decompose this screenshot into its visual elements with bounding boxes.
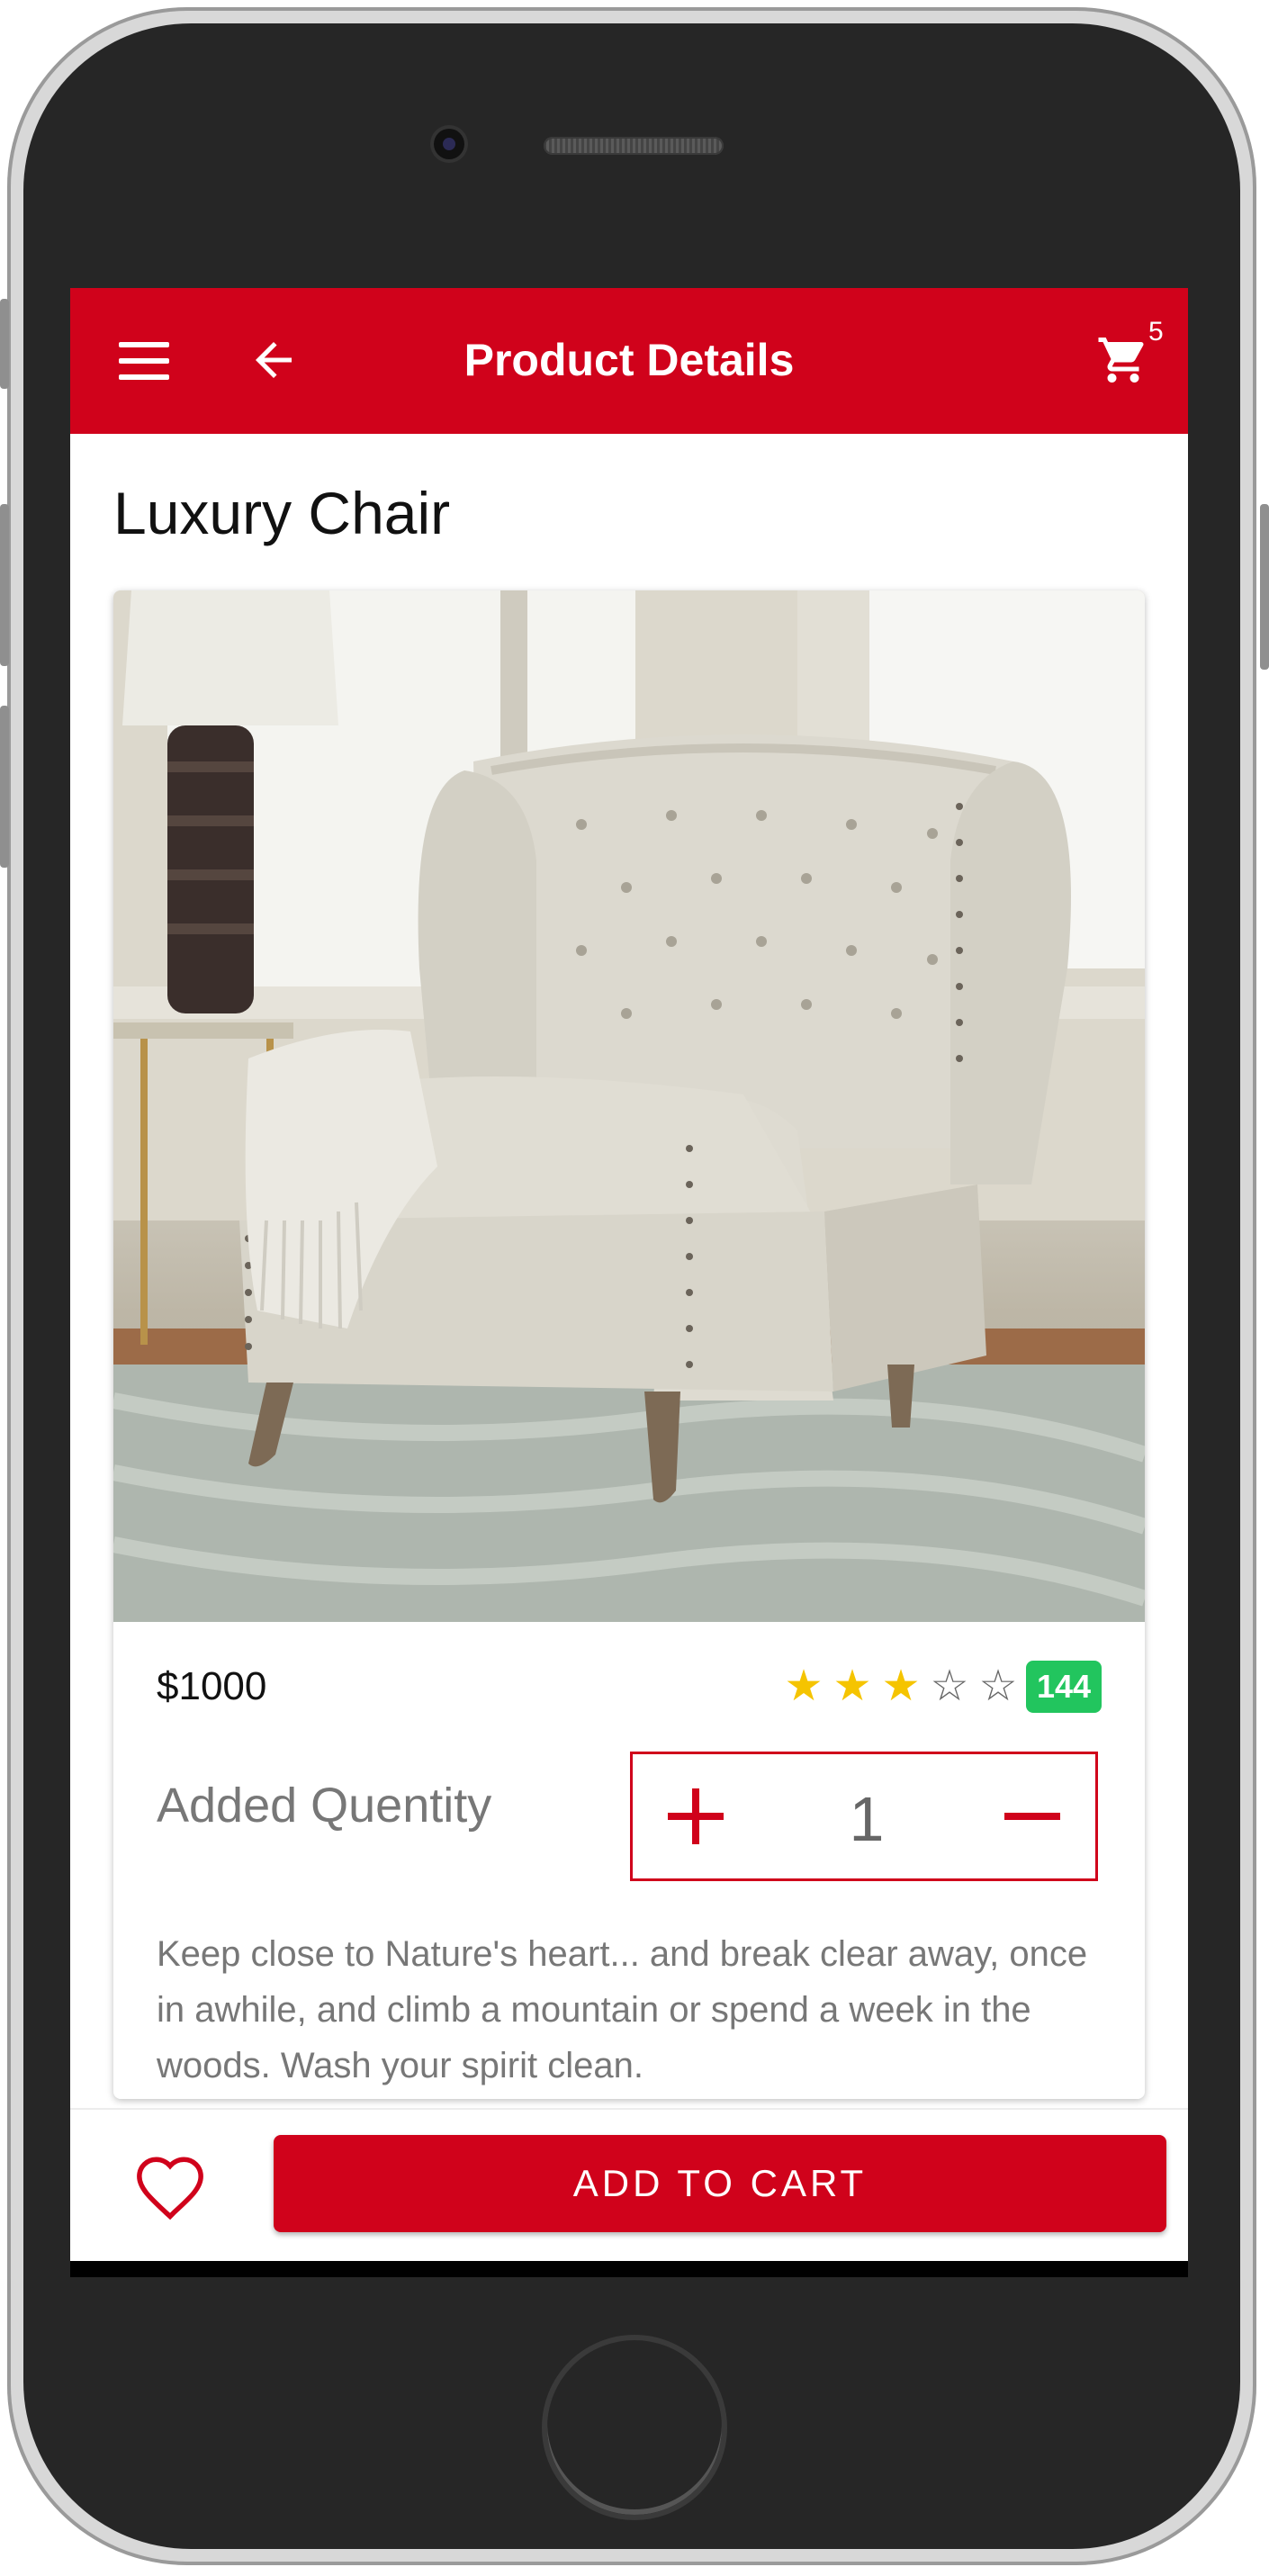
product-card: $1000 ★ ★ ★ ☆ ☆ 144 Added Quentity 1 Kee… [113,590,1145,2099]
product-description: Keep close to Nature's heart... and brea… [157,1934,1088,2085]
volume-down-button [0,706,9,868]
heart-icon[interactable] [133,2153,207,2221]
quantity-stepper: 1 [630,1752,1098,1881]
mute-switch [0,299,9,389]
star-outline-icon: ☆ [930,1662,969,1710]
quantity-value: 1 [849,1784,885,1854]
volume-up-button [0,504,9,666]
screen-bottom-edge [70,2261,1188,2277]
home-button[interactable] [542,2335,727,2520]
minus-icon[interactable] [969,1754,1095,1878]
page-title: Product Details [464,335,795,385]
product-title: Luxury Chair [113,480,451,546]
cart-icon[interactable] [1096,333,1150,387]
star-outline-icon: ☆ [978,1662,1018,1710]
plus-icon[interactable] [633,1754,759,1878]
quantity-label: Added Quentity [157,1779,492,1833]
bottom-action-bar: ADD TO CART [70,2108,1188,2263]
add-to-cart-button[interactable]: ADD TO CART [274,2135,1166,2232]
star-filled-icon: ★ [784,1662,824,1710]
product-image [113,590,1145,1622]
app-bar: Product Details 5 [70,288,1188,434]
front-camera [434,129,464,159]
earpiece-speaker [544,137,724,155]
star-filled-icon: ★ [881,1662,921,1710]
product-price: $1000 [157,1664,267,1708]
cart-count-badge: 5 [1148,317,1164,347]
star-filled-icon: ★ [832,1662,872,1710]
app-screen: Product Details 5 Luxury Chair $1000 ★ ★… [70,288,1188,2277]
power-button [1260,504,1269,670]
rating-count-badge: 144 [1026,1661,1102,1713]
rating-stars: ★ ★ ★ ☆ ☆ 144 [779,1661,1102,1713]
